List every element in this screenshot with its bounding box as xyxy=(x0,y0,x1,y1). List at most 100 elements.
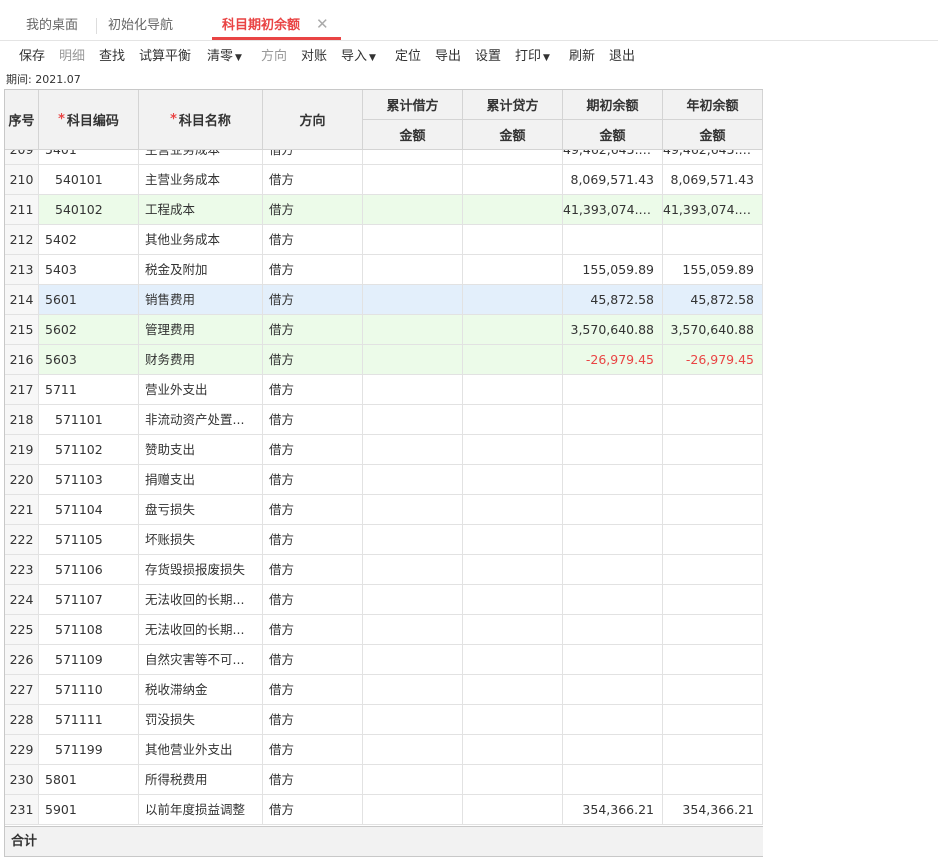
account-name-cell[interactable]: 无法收回的长期... xyxy=(139,615,263,644)
clear-zero-dropdown[interactable]: 清零 ▼ xyxy=(207,47,242,67)
export-button[interactable]: 导出 xyxy=(435,47,461,67)
row-index-cell[interactable]: 224 xyxy=(5,585,39,614)
cum-credit-cell[interactable] xyxy=(463,555,563,584)
cum-debit-cell[interactable] xyxy=(363,345,463,374)
direction-cell[interactable]: 借方 xyxy=(263,555,363,584)
table-row[interactable]: 214 5601 销售费用 借方 45,872.58 45,872.58 xyxy=(5,285,763,315)
col-header-cum-credit[interactable]: 累计贷方 xyxy=(463,90,563,120)
account-name-cell[interactable]: 捐赠支出 xyxy=(139,465,263,494)
row-index-cell[interactable]: 223 xyxy=(5,555,39,584)
cum-debit-cell[interactable] xyxy=(363,675,463,704)
account-name-cell[interactable]: 税收滞纳金 xyxy=(139,675,263,704)
year-opening-balance-cell[interactable] xyxy=(663,495,763,524)
col-header-year-opening-balance[interactable]: 年初余额 xyxy=(663,90,763,120)
year-opening-balance-cell[interactable] xyxy=(663,735,763,764)
year-opening-balance-cell[interactable]: -26,979.45 xyxy=(663,345,763,374)
direction-cell[interactable]: 借方 xyxy=(263,285,363,314)
table-row[interactable]: 231 5901 以前年度损益调整 借方 354,366.21 354,366.21 xyxy=(5,795,763,825)
table-row[interactable]: 221 571104 盘亏损失 借方 xyxy=(5,495,763,525)
account-name-cell[interactable]: 主营业务成本 xyxy=(139,150,263,164)
cum-credit-cell[interactable] xyxy=(463,765,563,794)
year-opening-balance-cell[interactable] xyxy=(663,525,763,554)
cum-debit-cell[interactable] xyxy=(363,165,463,194)
tab-my-desktop[interactable]: 我的桌面 xyxy=(26,16,78,36)
row-index-cell[interactable]: 216 xyxy=(5,345,39,374)
row-index-cell[interactable]: 228 xyxy=(5,705,39,734)
account-code-cell[interactable]: 5601 xyxy=(39,285,139,314)
account-name-cell[interactable]: 主营业务成本 xyxy=(139,165,263,194)
year-opening-balance-cell[interactable] xyxy=(663,765,763,794)
direction-cell[interactable]: 借方 xyxy=(263,795,363,824)
table-row[interactable]: 211 540102 工程成本 借方 41,393,074.17 41,393,074.1… xyxy=(5,195,763,225)
account-name-cell[interactable]: 无法收回的长期... xyxy=(139,585,263,614)
cum-debit-cell[interactable] xyxy=(363,765,463,794)
account-code-cell[interactable]: 571109 xyxy=(39,645,139,674)
table-row[interactable]: 230 5801 所得税费用 借方 xyxy=(5,765,763,795)
table-row[interactable]: 218 571101 非流动资产处置... 借方 xyxy=(5,405,763,435)
row-index-cell[interactable]: 226 xyxy=(5,645,39,674)
opening-balance-cell[interactable] xyxy=(563,765,663,794)
cum-debit-cell[interactable] xyxy=(363,705,463,734)
direction-cell[interactable]: 借方 xyxy=(263,165,363,194)
row-index-cell[interactable]: 231 xyxy=(5,795,39,824)
cum-debit-cell[interactable] xyxy=(363,615,463,644)
direction-cell[interactable]: 借方 xyxy=(263,195,363,224)
direction-cell[interactable]: 借方 xyxy=(263,255,363,284)
account-name-cell[interactable]: 工程成本 xyxy=(139,195,263,224)
direction-cell[interactable]: 借方 xyxy=(263,765,363,794)
cum-credit-cell[interactable] xyxy=(463,165,563,194)
opening-balance-cell[interactable] xyxy=(563,495,663,524)
year-opening-balance-cell[interactable] xyxy=(663,645,763,674)
table-row[interactable]: 217 5711 营业外支出 借方 xyxy=(5,375,763,405)
account-code-cell[interactable]: 571103 xyxy=(39,465,139,494)
account-name-cell[interactable]: 盘亏损失 xyxy=(139,495,263,524)
direction-button[interactable]: 方向 xyxy=(261,47,287,67)
opening-balance-cell[interactable] xyxy=(563,645,663,674)
direction-cell[interactable]: 借方 xyxy=(263,585,363,614)
table-row[interactable]: 213 5403 税金及附加 借方 155,059.89 155,059.89 xyxy=(5,255,763,285)
year-opening-balance-cell[interactable]: 45,872.58 xyxy=(663,285,763,314)
year-opening-balance-cell[interactable] xyxy=(663,435,763,464)
cum-credit-cell[interactable] xyxy=(463,465,563,494)
direction-cell[interactable]: 借方 xyxy=(263,225,363,254)
table-row[interactable]: 225 571108 无法收回的长期... 借方 xyxy=(5,615,763,645)
direction-cell[interactable]: 借方 xyxy=(263,150,363,164)
account-name-cell[interactable]: 其他营业外支出 xyxy=(139,735,263,764)
opening-balance-cell[interactable] xyxy=(563,585,663,614)
year-opening-balance-cell[interactable]: 3,570,640.88 xyxy=(663,315,763,344)
import-dropdown[interactable]: 导入 ▼ xyxy=(341,47,376,67)
print-dropdown[interactable]: 打印 ▼ xyxy=(515,47,550,67)
opening-balance-cell[interactable]: 155,059.89 xyxy=(563,255,663,284)
account-name-cell[interactable]: 自然灾害等不可... xyxy=(139,645,263,674)
opening-balance-cell[interactable] xyxy=(563,705,663,734)
account-name-cell[interactable]: 坏账损失 xyxy=(139,525,263,554)
direction-cell[interactable]: 借方 xyxy=(263,705,363,734)
opening-balance-cell[interactable]: 49,462,645.60 xyxy=(563,150,663,164)
row-index-cell[interactable]: 229 xyxy=(5,735,39,764)
account-name-cell[interactable]: 销售费用 xyxy=(139,285,263,314)
account-code-cell[interactable]: 571110 xyxy=(39,675,139,704)
account-code-cell[interactable]: 5403 xyxy=(39,255,139,284)
col-header-opening-balance[interactable]: 期初余额 xyxy=(563,90,663,120)
account-code-cell[interactable]: 571199 xyxy=(39,735,139,764)
direction-cell[interactable]: 借方 xyxy=(263,645,363,674)
cum-credit-cell[interactable] xyxy=(463,675,563,704)
direction-cell[interactable]: 借方 xyxy=(263,345,363,374)
table-row[interactable]: 224 571107 无法收回的长期... 借方 xyxy=(5,585,763,615)
account-code-cell[interactable]: 5801 xyxy=(39,765,139,794)
cum-credit-cell[interactable] xyxy=(463,735,563,764)
account-name-cell[interactable]: 其他业务成本 xyxy=(139,225,263,254)
account-name-cell[interactable]: 罚没损失 xyxy=(139,705,263,734)
table-row[interactable]: 220 571103 捐赠支出 借方 xyxy=(5,465,763,495)
opening-balance-cell[interactable] xyxy=(563,405,663,434)
table-row[interactable]: 216 5603 财务费用 借方 -26,979.45 -26,979.45 xyxy=(5,345,763,375)
row-index-cell[interactable]: 219 xyxy=(5,435,39,464)
close-icon[interactable]: ✕ xyxy=(316,15,329,33)
cum-credit-cell[interactable] xyxy=(463,435,563,464)
direction-cell[interactable]: 借方 xyxy=(263,735,363,764)
account-code-cell[interactable]: 571101 xyxy=(39,405,139,434)
cum-credit-cell[interactable] xyxy=(463,225,563,254)
account-code-cell[interactable]: 5603 xyxy=(39,345,139,374)
opening-balance-cell[interactable]: 41,393,074.17 xyxy=(563,195,663,224)
cum-debit-cell[interactable] xyxy=(363,405,463,434)
